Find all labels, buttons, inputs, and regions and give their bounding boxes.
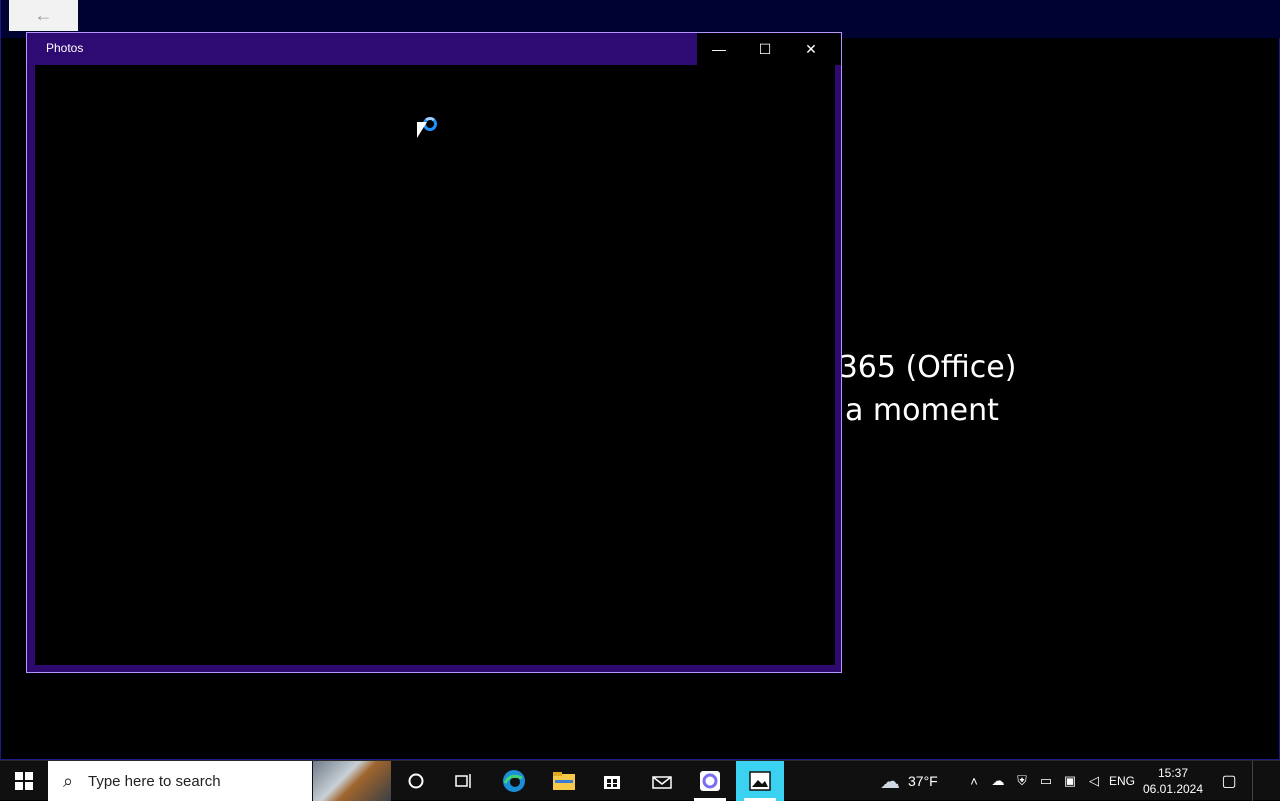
photos-content-area: [35, 65, 835, 665]
language-indicator[interactable]: ENG: [1108, 761, 1136, 801]
edge-button[interactable]: [490, 761, 538, 801]
maximize-button[interactable]: ☐: [742, 33, 788, 65]
clock[interactable]: 15:37 06.01.2024: [1140, 765, 1206, 797]
start-button[interactable]: [0, 761, 48, 801]
news-thumbnail[interactable]: [313, 761, 391, 801]
task-view-button[interactable]: [440, 761, 488, 801]
store-icon: [604, 776, 620, 789]
windows-start-icon: [15, 772, 33, 790]
minimize-button[interactable]: —: [696, 33, 742, 65]
search-icon: ⌕: [62, 770, 74, 791]
edge-icon: [503, 770, 525, 792]
show-desktop-button[interactable]: [1252, 761, 1280, 801]
store-button[interactable]: [588, 761, 636, 801]
file-explorer-button[interactable]: [540, 761, 588, 801]
cortana-button[interactable]: [392, 761, 440, 801]
maximize-icon: ☐: [758, 40, 772, 57]
clock-time: 15:37: [1157, 766, 1189, 780]
back-button[interactable]: ←: [9, 0, 78, 31]
network-icon[interactable]: ▣: [1058, 773, 1082, 789]
file-explorer-icon: [553, 772, 575, 790]
mail-icon: [652, 776, 672, 789]
task-view-icon: [455, 774, 471, 788]
chevron-up-icon[interactable]: ˄: [962, 774, 986, 789]
office-button[interactable]: [686, 761, 734, 801]
window-title: Photos: [46, 41, 84, 55]
taskbar: ⌕ Type here to search ☁ 37°F ˄ ☁ ⛨ ▭ ▣ ◁…: [0, 760, 1280, 801]
photos-icon: [749, 771, 771, 791]
weather-widget[interactable]: ☁ 37°F: [880, 761, 938, 801]
system-tray: ˄ ☁ ⛨ ▭ ▣ ◁: [962, 761, 1106, 801]
notification-icon: ▢: [1221, 773, 1237, 790]
weather-cloud-icon: ☁: [880, 770, 900, 793]
desktop: ← oft 365 (Office) ust a moment Photos —…: [0, 0, 1280, 760]
clock-date: 06.01.2024: [1142, 782, 1204, 796]
minimize-icon: —: [712, 41, 726, 57]
cortana-icon: [408, 773, 424, 789]
photos-titlebar[interactable]: Photos — ☐ ✕: [27, 33, 841, 65]
weather-temperature: 37°F: [908, 773, 938, 789]
onedrive-icon[interactable]: ☁: [986, 773, 1010, 789]
photos-taskbar-button[interactable]: [736, 761, 784, 801]
taskbar-search-box[interactable]: ⌕ Type here to search: [48, 761, 312, 801]
office-icon: [700, 771, 720, 791]
meet-icon[interactable]: ▭: [1034, 773, 1058, 789]
photos-title-area: [27, 33, 697, 65]
security-icon[interactable]: ⛨: [1010, 773, 1034, 789]
mouse-cursor-icon: [417, 122, 427, 138]
back-arrow-icon: ←: [34, 5, 53, 25]
volume-muted-icon[interactable]: ◁: [1082, 773, 1106, 789]
notification-button[interactable]: ▢: [1212, 761, 1246, 801]
close-icon: ✕: [805, 40, 817, 57]
close-button[interactable]: ✕: [788, 33, 834, 65]
search-placeholder: Type here to search: [88, 772, 221, 790]
mail-button[interactable]: [638, 761, 686, 801]
photos-window: Photos — ☐ ✕: [26, 32, 842, 673]
